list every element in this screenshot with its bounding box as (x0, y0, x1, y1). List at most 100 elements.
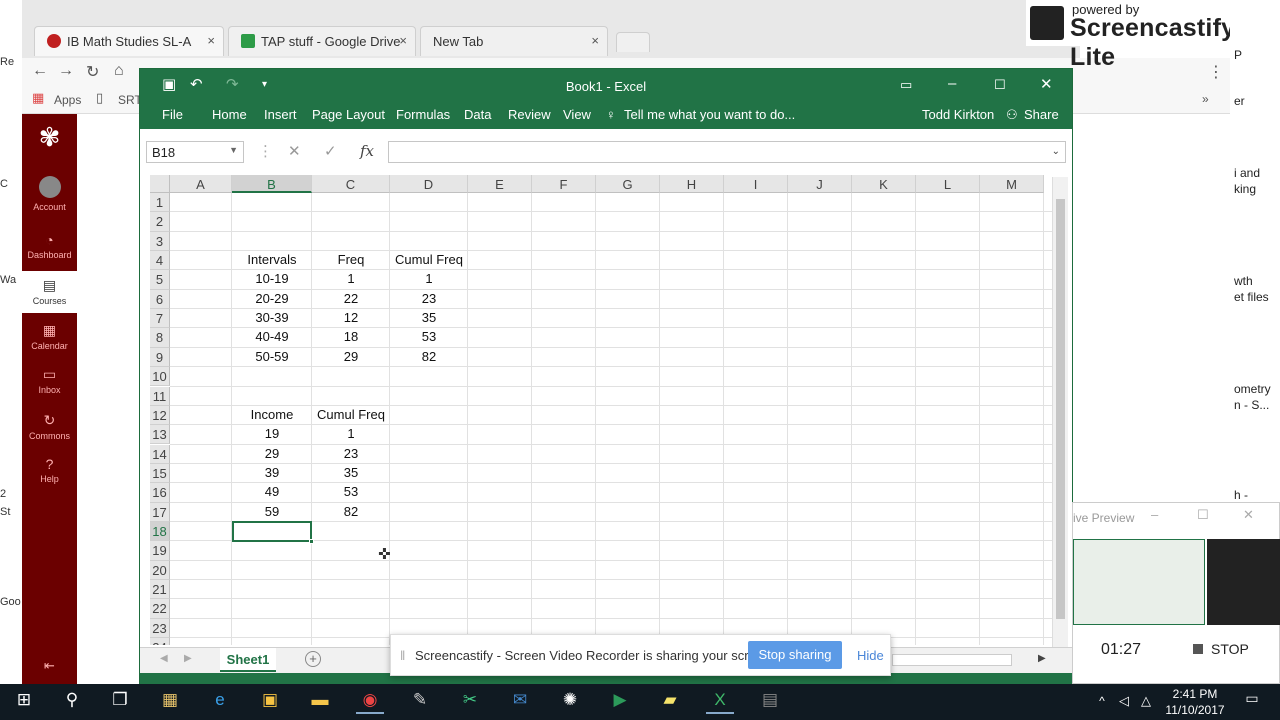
task-view-icon[interactable]: ❐ (106, 690, 134, 714)
nav-dashboard[interactable]: ◔ Dashboard (22, 232, 77, 260)
hide-button[interactable]: Hide (857, 648, 884, 663)
table-cell[interactable]: 23 (312, 444, 390, 463)
home-icon[interactable]: ⌂ (114, 62, 124, 80)
maximize-icon[interactable]: ☐ (994, 77, 1006, 93)
table-cell[interactable]: 39 (232, 463, 312, 482)
app-icon[interactable]: ▦ (156, 690, 184, 714)
table-cell[interactable]: 53 (312, 482, 390, 501)
tab-data[interactable]: Data (464, 107, 491, 122)
tab-page-layout[interactable]: Page Layout (312, 107, 385, 122)
select-all-corner[interactable] (150, 175, 170, 193)
table-cell[interactable]: 53 (390, 327, 468, 346)
column-header[interactable]: F (532, 175, 596, 193)
table-cell[interactable]: 50-59 (232, 347, 312, 366)
add-sheet-button[interactable]: + (305, 651, 321, 667)
name-box[interactable]: B18 ▼ (146, 141, 244, 163)
search-icon[interactable]: ⚲ (58, 690, 86, 714)
row-header[interactable]: 23 (150, 618, 170, 638)
chevron-down-icon[interactable]: ⌄ (1052, 146, 1060, 157)
ribbon-display-icon[interactable]: ▭ (900, 77, 912, 93)
row-header[interactable]: 3 (150, 231, 170, 251)
scroll-right-icon[interactable]: ▶ (184, 653, 192, 664)
column-header[interactable]: L (916, 175, 980, 193)
row-header[interactable]: 21 (150, 580, 170, 600)
row-header[interactable]: 24 (150, 638, 170, 645)
nav-calendar[interactable]: ▦ Calendar (22, 322, 77, 351)
nav-commons[interactable]: ↻ Commons (22, 412, 77, 441)
chevron-down-icon[interactable]: ▼ (229, 145, 238, 155)
row-header[interactable]: 15 (150, 463, 170, 484)
windows-start-icon[interactable]: ⊞ (10, 690, 38, 714)
loading-icon[interactable]: ✺ (556, 690, 584, 714)
reload-icon[interactable]: ↻ (86, 62, 99, 82)
row-header[interactable]: 17 (150, 502, 170, 522)
table-cell[interactable]: 35 (390, 308, 468, 327)
column-header[interactable]: E (468, 175, 532, 193)
scroll-left-icon[interactable]: ◀ (160, 653, 168, 664)
scroll-thumb[interactable] (1056, 199, 1065, 619)
scroll-right-icon[interactable]: ▶ (1038, 653, 1046, 664)
column-header[interactable]: K (852, 175, 916, 193)
system-clock[interactable]: 2:41 PM 11/10/2017 (1160, 686, 1230, 718)
cell-b12[interactable]: Income (232, 405, 312, 424)
cell-d4[interactable]: Cumul Freq (390, 250, 468, 269)
stop-sharing-button[interactable]: Stop sharing (748, 641, 842, 669)
nav-help[interactable]: ? Help (22, 456, 77, 484)
row-header[interactable]: 19 (150, 541, 170, 561)
tab-home[interactable]: Home (212, 107, 247, 122)
table-cell[interactable]: 35 (312, 463, 390, 482)
table-cell[interactable]: 29 (312, 347, 390, 366)
table-cell[interactable]: 1 (312, 269, 390, 288)
nav-courses[interactable]: ▤ Courses (22, 271, 77, 313)
fill-handle[interactable] (309, 539, 314, 544)
user-name[interactable]: Todd Kirkton (922, 107, 994, 122)
sheet-tab-sheet1[interactable]: Sheet1 (220, 648, 276, 672)
chevron-right-icon[interactable]: » (1202, 92, 1209, 106)
app-icon[interactable]: ✂ (456, 690, 484, 714)
row-header[interactable]: 1 (150, 193, 170, 213)
column-header[interactable]: M (980, 175, 1044, 193)
row-header[interactable]: 7 (150, 309, 170, 329)
row-header[interactable]: 18 (150, 521, 170, 542)
table-cell[interactable]: 18 (312, 327, 390, 346)
forward-icon[interactable]: → (58, 62, 74, 80)
close-icon[interactable]: × (207, 33, 215, 48)
minimize-icon[interactable]: – (948, 75, 956, 92)
film-icon[interactable]: ▤ (756, 690, 784, 714)
share-button[interactable]: Share (1024, 107, 1059, 122)
tab-view[interactable]: View (563, 107, 591, 122)
column-header[interactable]: C (312, 175, 390, 193)
column-header[interactable]: G (596, 175, 660, 193)
browser-tab-new-tab[interactable]: New Tab × (420, 26, 608, 56)
table-cell[interactable]: 12 (312, 308, 390, 327)
minimize-icon[interactable]: – (1151, 507, 1158, 522)
cell-c12[interactable]: Cumul Freq (312, 405, 390, 424)
close-icon[interactable]: × (591, 33, 599, 48)
canvas-logo[interactable]: ✾ (22, 122, 77, 166)
collapse-icon[interactable]: ⇤ (22, 658, 77, 674)
table-cell[interactable]: 20-29 (232, 289, 312, 308)
bookmark-apps[interactable]: Apps (54, 93, 81, 107)
row-header[interactable]: 22 (150, 599, 170, 619)
cancel-icon[interactable]: ✕ (288, 142, 301, 160)
spreadsheet-grid[interactable]: ABCDEFGHIJKLM 1 2 3 4 5 6 7 8 9 10 11 12 13 14 15 16 17 1… (150, 175, 1060, 645)
row-header[interactable]: 16 (150, 483, 170, 503)
column-header[interactable]: H (660, 175, 724, 193)
notifications-icon[interactable]: ▭ (1238, 690, 1266, 714)
formula-input[interactable]: ⌄ (388, 141, 1066, 163)
column-header[interactable]: A (170, 175, 232, 193)
browser-tab-tap-stuff[interactable]: TAP stuff - Google Drive × (228, 26, 416, 56)
table-cell[interactable]: 23 (390, 289, 468, 308)
tab-insert[interactable]: Insert (264, 107, 297, 122)
tab-file[interactable]: File (162, 107, 183, 122)
table-cell[interactable]: 10-19 (232, 269, 312, 288)
nav-account[interactable]: Account (22, 176, 77, 212)
tab-formulas[interactable]: Formulas (396, 107, 450, 122)
table-cell[interactable]: 29 (232, 444, 312, 463)
app-icon[interactable]: ✎ (406, 690, 434, 714)
table-cell[interactable]: 49 (232, 482, 312, 501)
selected-cell-b18[interactable] (232, 521, 314, 544)
chrome-icon[interactable]: ◉ (356, 690, 384, 714)
close-icon[interactable]: × (399, 33, 407, 48)
enter-icon[interactable]: ✓ (324, 142, 337, 160)
